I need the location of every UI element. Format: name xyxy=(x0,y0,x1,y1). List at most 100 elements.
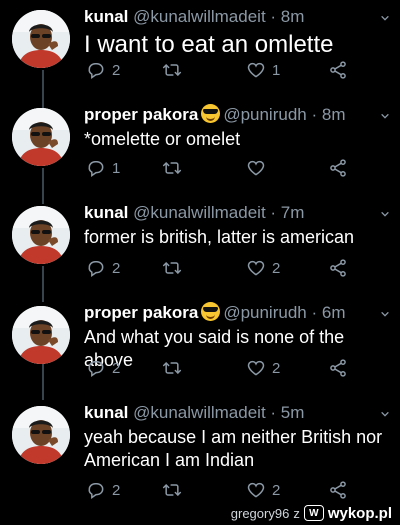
tweet-actions: 22 xyxy=(84,480,354,500)
timestamp[interactable]: · 8m xyxy=(311,105,345,124)
share-icon xyxy=(328,158,348,178)
reply-button[interactable]: 2 xyxy=(86,480,120,500)
reply-button[interactable]: 2 xyxy=(86,258,120,278)
avatar[interactable] xyxy=(12,10,70,68)
tweet-actions: 22 xyxy=(84,258,354,278)
retweet-button[interactable] xyxy=(162,480,188,500)
share-icon xyxy=(328,480,348,500)
like-button[interactable]: 1 xyxy=(246,60,280,80)
retweet-button[interactable] xyxy=(162,358,188,378)
reply-count: 2 xyxy=(112,481,121,499)
reply-icon xyxy=(86,480,106,500)
reply-count: 2 xyxy=(112,359,121,377)
share-button[interactable] xyxy=(328,158,348,178)
heart-icon xyxy=(246,480,266,500)
share-button[interactable] xyxy=(328,60,348,80)
reply-count: 1 xyxy=(112,159,121,177)
heart-icon xyxy=(246,158,266,178)
retweet-icon xyxy=(162,158,182,178)
wykop-logo-icon: W xyxy=(303,505,324,521)
retweet-button[interactable] xyxy=(162,258,188,278)
timestamp[interactable]: · 6m xyxy=(311,303,345,322)
sunglasses-emoji-icon xyxy=(201,302,221,321)
display-name[interactable]: proper pakora xyxy=(84,105,198,124)
reply-icon xyxy=(86,258,106,278)
tweet-text: I want to eat an omlette xyxy=(84,31,334,58)
tweet-actions: 1 xyxy=(84,158,354,178)
tweet[interactable]: proper pakora @punirudh · 8m *omelette or … xyxy=(0,104,400,184)
like-button[interactable]: 2 xyxy=(246,358,280,378)
display-name[interactable]: kunal xyxy=(84,403,128,422)
like-count: 2 xyxy=(272,359,281,377)
chevron-down-icon[interactable] xyxy=(380,206,390,217)
reply-count: 2 xyxy=(112,61,121,79)
retweet-button[interactable] xyxy=(162,158,188,178)
tweet-text: former is british, latter is american xyxy=(84,227,355,247)
timestamp[interactable]: · 5m xyxy=(270,403,304,422)
retweet-icon xyxy=(162,258,182,278)
watermark-site: wykop.pl xyxy=(327,504,392,522)
like-button[interactable]: 2 xyxy=(246,480,280,500)
tweet-text: yeah because I am neither British nor Am… xyxy=(84,427,383,470)
user-handle[interactable]: @punirudh xyxy=(223,303,306,322)
display-name[interactable]: proper pakora xyxy=(84,303,198,322)
like-button[interactable]: 2 xyxy=(246,258,280,278)
user-handle[interactable]: @kunalwillmadeit xyxy=(133,7,266,26)
share-button[interactable] xyxy=(328,258,348,278)
avatar[interactable] xyxy=(12,108,70,166)
tweet[interactable]: kunal @kunalwillmadeit · 7m former is bri… xyxy=(0,202,400,282)
tweet-header: proper pakora @punirudh · 6m xyxy=(84,302,345,324)
tweet[interactable]: kunal @kunalwillmadeit · 8m I want to eat… xyxy=(0,6,400,86)
reply-icon xyxy=(86,358,106,378)
reply-button[interactable]: 1 xyxy=(86,158,120,178)
tweet-actions: 22 xyxy=(84,358,354,378)
sunglasses-emoji-icon xyxy=(201,104,221,123)
reply-button[interactable]: 2 xyxy=(86,60,120,80)
share-button[interactable] xyxy=(328,358,348,378)
tweet-header: kunal @kunalwillmadeit · 8m xyxy=(84,6,304,28)
retweet-icon xyxy=(162,60,182,80)
user-handle[interactable]: @punirudh xyxy=(223,105,306,124)
retweet-icon xyxy=(162,480,182,500)
watermark: gregory96 z W wykop.pl xyxy=(231,504,392,522)
avatar[interactable] xyxy=(12,406,70,464)
tweet-text: *omelette or omelet xyxy=(84,129,241,149)
retweet-button[interactable] xyxy=(162,60,188,80)
tweet[interactable]: proper pakora @punirudh · 6m And what you … xyxy=(0,302,400,382)
avatar[interactable] xyxy=(12,306,70,364)
heart-icon xyxy=(246,60,266,80)
watermark-separator: z xyxy=(293,505,300,521)
share-button[interactable] xyxy=(328,480,348,500)
heart-icon xyxy=(246,358,266,378)
user-handle[interactable]: @kunalwillmadeit xyxy=(133,203,266,222)
reply-button[interactable]: 2 xyxy=(86,358,120,378)
like-count: 2 xyxy=(272,481,281,499)
timestamp[interactable]: · 8m xyxy=(270,7,304,26)
display-name[interactable]: kunal xyxy=(84,7,128,26)
share-icon xyxy=(328,358,348,378)
reply-icon xyxy=(86,60,106,80)
chevron-down-icon[interactable] xyxy=(380,108,390,119)
like-count: 2 xyxy=(272,259,281,277)
avatar[interactable] xyxy=(12,206,70,264)
tweet-header: kunal @kunalwillmadeit · 5m xyxy=(84,402,304,424)
share-icon xyxy=(328,258,348,278)
tweet-header: kunal @kunalwillmadeit · 7m xyxy=(84,202,304,224)
retweet-icon xyxy=(162,358,182,378)
user-handle[interactable]: @kunalwillmadeit xyxy=(133,403,266,422)
like-count: 1 xyxy=(272,61,281,79)
chevron-down-icon[interactable] xyxy=(380,306,390,317)
like-button[interactable] xyxy=(246,158,272,178)
chevron-down-icon[interactable] xyxy=(380,10,390,21)
chevron-down-icon[interactable] xyxy=(380,406,390,417)
share-icon xyxy=(328,60,348,80)
tweet[interactable]: kunal @kunalwillmadeit · 5m yeah because … xyxy=(0,402,400,502)
timestamp[interactable]: · 7m xyxy=(270,203,304,222)
watermark-user: gregory96 xyxy=(230,505,290,521)
reply-count: 2 xyxy=(112,259,121,277)
reply-icon xyxy=(86,158,106,178)
tweet-actions: 21 xyxy=(84,60,354,80)
heart-icon xyxy=(246,258,266,278)
display-name[interactable]: kunal xyxy=(84,203,128,222)
tweet-header: proper pakora @punirudh · 8m xyxy=(84,104,345,126)
